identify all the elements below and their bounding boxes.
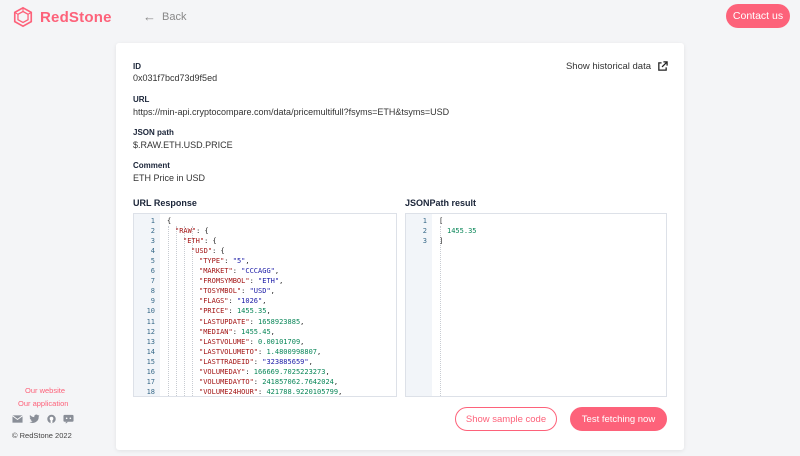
- url-response-editor[interactable]: 1{2 "RAW": {3 "ETH": {4 "USD": {5 "TYPE": "5…: [133, 213, 397, 397]
- code-text: "USD": {: [191, 247, 225, 256]
- code-line: 7 "FROMSYMBOL": "ETH",: [134, 276, 396, 286]
- contact-us-button[interactable]: Contact us: [726, 4, 790, 28]
- code-line: 4 "USD": {: [134, 246, 396, 256]
- code-line: 2 1455.35: [406, 226, 666, 236]
- line-number: 1: [422, 217, 427, 225]
- jsonpath-result-editor[interactable]: 1[2 1455.35 3]: [405, 213, 667, 397]
- comment-label: Comment: [133, 161, 170, 170]
- json-path-value: $.RAW.ETH.USD.PRICE: [133, 140, 233, 150]
- our-website-link[interactable]: Our website: [25, 386, 65, 395]
- code-line: 16 "VOLUMEDAY": 166669.7025223273,: [134, 367, 396, 377]
- code-text: "PRICE": 1455.35,: [199, 307, 271, 316]
- code-text: "VOLUMEDAY": 166669.7025223273,: [199, 367, 330, 376]
- code-line: 11 "LASTUPDATE": 1658923885,: [134, 317, 396, 327]
- arrow-left-icon: ←: [143, 9, 156, 24]
- code-text: "LASTTRADEID": "323885659",: [199, 357, 313, 366]
- code-line: 1{: [134, 216, 396, 226]
- code-line: 5 "TYPE": "5",: [134, 256, 396, 266]
- code-line: 2 "RAW": {: [134, 226, 396, 236]
- code-text: "VOLUME24HOUR": 421788.9220105799,: [199, 387, 343, 396]
- line-number: 10: [146, 307, 155, 316]
- code-line: 14 "LASTVOLUMETO": 1.4800998807,: [134, 347, 396, 357]
- line-number: 16: [146, 367, 155, 376]
- url-label: URL: [133, 95, 150, 104]
- discord-icon[interactable]: [63, 414, 74, 424]
- line-number: 4: [150, 247, 155, 256]
- code-line: 15 "LASTTRADEID": "323885659",: [134, 357, 396, 367]
- line-number: 12: [146, 327, 155, 336]
- line-number: 1: [150, 217, 155, 225]
- line-number: 6: [150, 267, 155, 276]
- mail-icon[interactable]: [12, 414, 23, 424]
- url-response-title: URL Response: [133, 198, 197, 208]
- code-text: "RAW": {: [175, 227, 209, 236]
- redstone-logo-icon: [13, 6, 33, 28]
- line-number: 2: [422, 227, 427, 236]
- line-number: 9: [150, 297, 155, 306]
- copyright-text: © RedStone 2022: [12, 431, 72, 440]
- line-number: 3: [150, 237, 155, 246]
- code-line: 9 "FLAGS": "1026",: [134, 296, 396, 306]
- line-number: 7: [150, 277, 155, 286]
- test-fetching-now-button[interactable]: Test fetching now: [570, 407, 667, 431]
- id-value: 0x031f7bcd73d9f5ed: [133, 73, 218, 83]
- github-icon[interactable]: [46, 414, 57, 424]
- external-link-icon: [657, 61, 668, 72]
- code-text: 1455.35: [447, 227, 477, 236]
- code-text: "MEDIAN": 1455.45,: [199, 327, 275, 336]
- data-feed-card: ID 0x031f7bcd73d9f5ed Show historical da…: [116, 43, 684, 450]
- code-text: "TYPE": "5",: [199, 257, 250, 266]
- code-text: "FROMSYMBOL": "ETH",: [199, 277, 284, 286]
- code-text: "TOSYMBOL": "USD",: [199, 287, 275, 296]
- historical-label: Show historical data: [565, 61, 651, 72]
- code-text: "LASTUPDATE": 1658923885,: [199, 317, 305, 326]
- line-number: 2: [150, 227, 155, 236]
- line-number: 14: [146, 347, 155, 356]
- line-number: 3: [422, 237, 427, 246]
- code-line: 10 "PRICE": 1455.35,: [134, 306, 396, 316]
- code-text: "ETH": {: [183, 237, 217, 246]
- code-line: 6 "MARKET": "CCCAGG",: [134, 266, 396, 276]
- social-links: [12, 414, 74, 424]
- url-value: https://min-api.cryptocompare.com/data/p…: [133, 107, 450, 117]
- our-application-link[interactable]: Our application: [18, 399, 68, 408]
- show-historical-data-link[interactable]: Show historical data: [566, 61, 668, 72]
- line-number: 18: [146, 387, 155, 396]
- code-text: "VOLUMEDAYTO": 241857062.7642024,: [199, 377, 339, 386]
- show-sample-code-button[interactable]: Show sample code: [455, 407, 557, 431]
- json-path-label: JSON path: [133, 128, 174, 137]
- twitter-icon[interactable]: [29, 414, 40, 424]
- code-line: 17 "VOLUMEDAYTO": 241857062.7642024,: [134, 377, 396, 387]
- line-number: 17: [146, 377, 155, 386]
- code-text: "MARKET": "CCCAGG",: [199, 267, 280, 276]
- code-text: {: [167, 217, 172, 225]
- code-line: 8 "TOSYMBOL": "USD",: [134, 286, 396, 296]
- line-number: 8: [150, 287, 155, 296]
- code-text: "FLAGS": "1026",: [199, 297, 267, 306]
- code-text: [: [439, 217, 444, 225]
- code-line: 1[: [406, 216, 666, 226]
- code-text: "LASTVOLUME": 0.00101709,: [199, 337, 305, 346]
- code-line: 3]: [406, 236, 666, 246]
- code-line: 13 "LASTVOLUME": 0.00101709,: [134, 337, 396, 347]
- code-text: "LASTVOLUMETO": 1.4800998807,: [199, 347, 322, 356]
- line-number: 13: [146, 337, 155, 346]
- back-label: Back: [162, 10, 187, 23]
- jsonpath-result-title: JSONPath result: [405, 198, 477, 208]
- line-number: 15: [146, 357, 155, 366]
- redstone-logo[interactable]: RedStone: [12, 6, 112, 28]
- id-label: ID: [133, 62, 141, 71]
- indent-guide: [440, 226, 441, 396]
- code-line: 3 "ETH": {: [134, 236, 396, 246]
- line-number: 11: [146, 317, 155, 326]
- brand-name: RedStone: [40, 8, 112, 26]
- back-button[interactable]: ← Back: [143, 9, 186, 24]
- comment-value: ETH Price in USD: [133, 173, 206, 183]
- code-line: 18 "VOLUME24HOUR": 421788.9220105799,: [134, 387, 396, 396]
- code-line: 12 "MEDIAN": 1455.45,: [134, 327, 396, 337]
- line-number: 5: [150, 257, 155, 266]
- code-text: ]: [439, 237, 444, 246]
